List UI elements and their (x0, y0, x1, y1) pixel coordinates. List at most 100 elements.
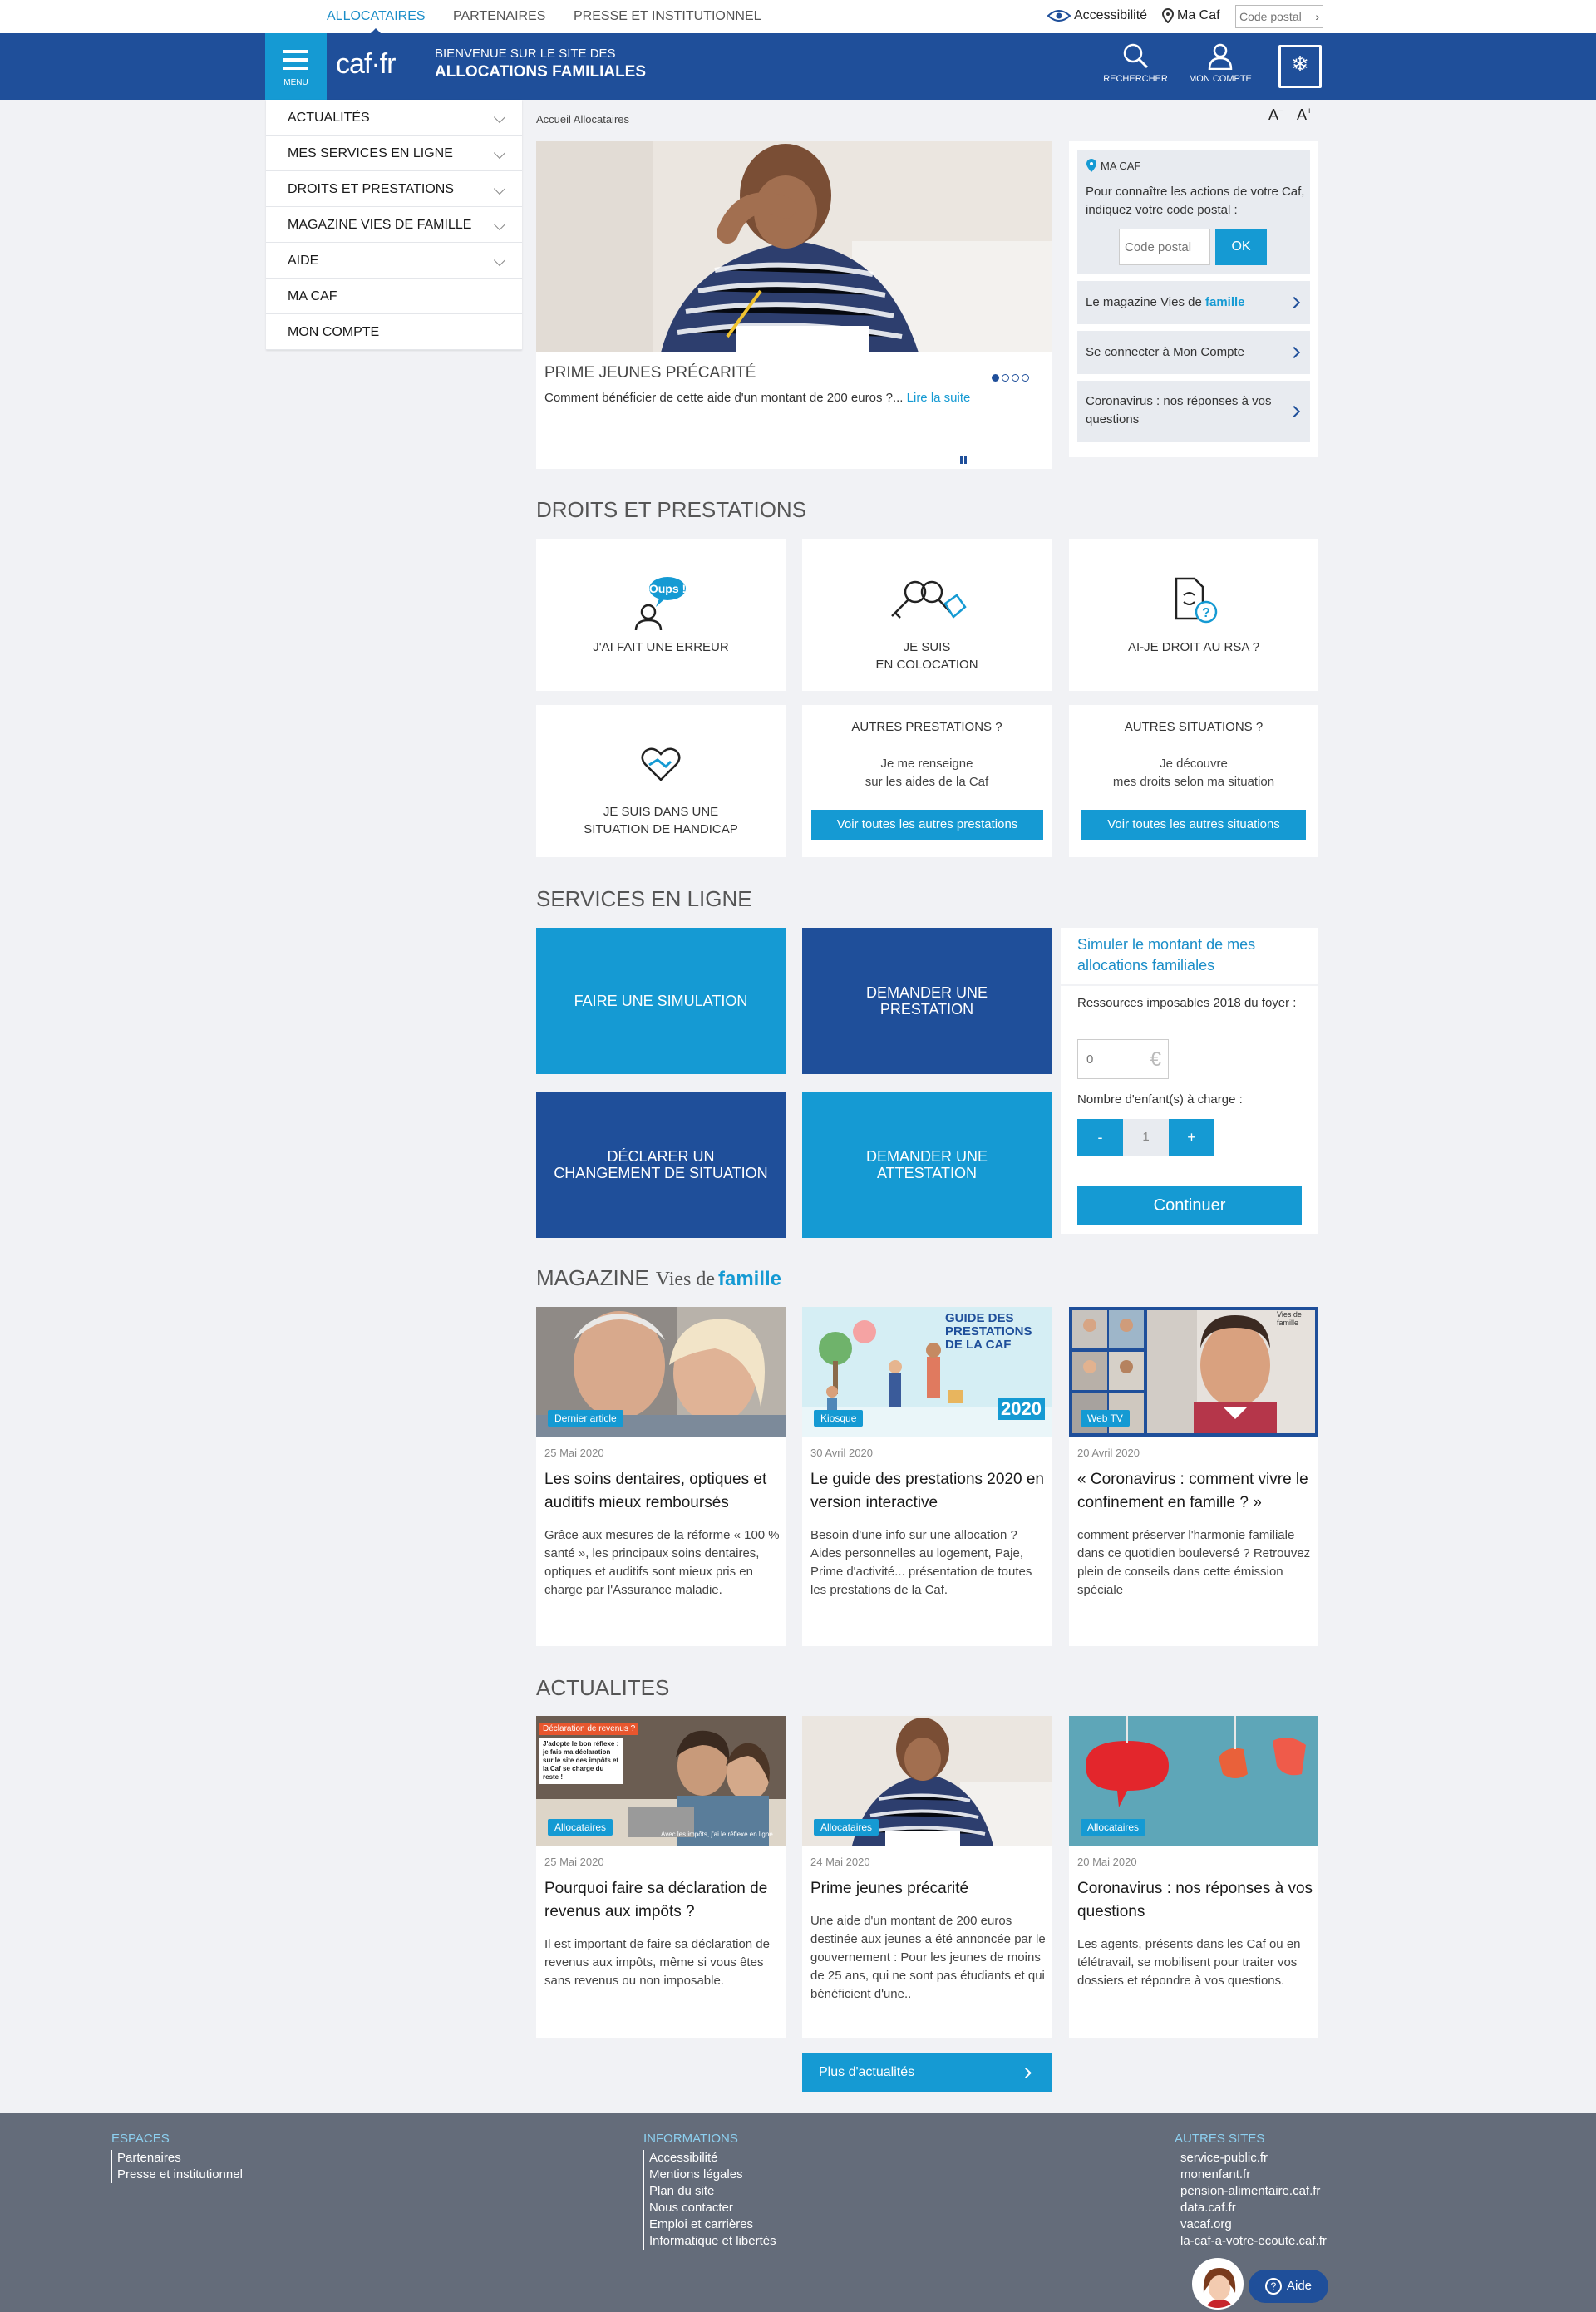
footer-link[interactable]: la-caf-a-votre-ecoute.caf.fr (1180, 2233, 1327, 2250)
simulator-continue-button[interactable]: Continuer (1077, 1186, 1302, 1225)
login-link[interactable]: Se connecter à Mon Compte (1077, 331, 1310, 374)
magazine-card[interactable]: GUIDE DES PRESTATIONS DE LA CAF 2020 Kio… (802, 1307, 1052, 1646)
hero-read-more-link[interactable]: Lire la suite (907, 391, 971, 405)
macaf-label: Ma Caf (1177, 8, 1220, 22)
woman-studying-illustration (536, 141, 1052, 352)
caf-logo[interactable]: caf·fr (336, 48, 396, 81)
service-tile-simulation[interactable]: FAIRE UNE SIMULATION (536, 928, 786, 1074)
more-news-button[interactable]: Plus d'actualités (802, 2053, 1052, 2092)
tab-allocataires[interactable]: ALLOCATAIRES (327, 0, 426, 33)
article-date: 24 Mai 2020 (810, 1856, 870, 1868)
footer-link[interactable]: data.caf.fr (1180, 2200, 1327, 2216)
resources-input[interactable] (1078, 1040, 1136, 1078)
news-card[interactable]: Déclaration de revenus ? J'adopte le bon… (536, 1716, 786, 2038)
side-menu-label: MON COMPTE (288, 325, 380, 339)
service-tile-demander-attestation[interactable]: DEMANDER UNE ATTESTATION (802, 1092, 1052, 1238)
side-menu-item-macaf[interactable]: MA CAF (266, 279, 522, 314)
section-title-actualites: ACTUALITES (536, 1675, 670, 1700)
location-pin-icon (1086, 159, 1096, 172)
postal-input[interactable] (1236, 6, 1308, 27)
magazine-link[interactable]: Le magazine Vies de famille (1077, 281, 1310, 324)
carousel-dot-active[interactable] (992, 374, 999, 382)
section-title-droits: DROITS ET PRESTATIONS (536, 497, 807, 522)
children-value[interactable]: 1 (1123, 1119, 1169, 1156)
article-desc: Une aide d'un montant de 200 euros desti… (810, 1914, 1046, 2001)
account-button[interactable]: MON COMPTE (1180, 42, 1260, 84)
carousel-dot[interactable] (1022, 374, 1029, 382)
footer-link[interactable]: pension-alimentaire.caf.fr (1180, 2183, 1327, 2200)
side-menu-item-services[interactable]: MES SERVICES EN LIGNE (266, 136, 522, 171)
magazine-card[interactable]: Vies de famille Web TV 20 Avril 2020 « C… (1069, 1307, 1318, 1646)
chevron-right-icon[interactable]: › (1315, 10, 1319, 23)
droit-tile-colocation[interactable]: JE SUIS EN COLOCATION (802, 539, 1052, 691)
news-card[interactable]: Allocataires 24 Mai 2020 Prime jeunes pr… (802, 1716, 1052, 2038)
footer-link[interactable]: Accessibilité (649, 2150, 776, 2167)
children-minus-button[interactable]: - (1077, 1119, 1123, 1156)
footer-link[interactable]: Mentions légales (649, 2167, 776, 2183)
help-button[interactable]: ? Aide (1249, 2270, 1328, 2303)
search-button[interactable]: RECHERCHER (1097, 42, 1174, 84)
droit-tile-rsa[interactable]: ? AI-JE DROIT AU RSA ? (1069, 539, 1318, 691)
article-date: 20 Mai 2020 (1077, 1856, 1137, 1868)
magazine-card[interactable]: Dernier article 25 Mai 2020 Les soins de… (536, 1307, 786, 1646)
footer-list-informations: Accessibilité Mentions légales Plan du s… (643, 2150, 776, 2250)
assistant-avatar[interactable] (1192, 2258, 1244, 2310)
oups-bubble-text: Oups ! (649, 582, 686, 595)
chevron-down-icon (493, 111, 506, 124)
pause-icon[interactable] (960, 456, 968, 464)
side-menu-item-actualites[interactable]: ACTUALITÉS (266, 100, 522, 136)
footer-link[interactable]: Informatique et libertés (649, 2233, 776, 2250)
carousel-dot[interactable] (1012, 374, 1019, 382)
footer: ESPACES Partenaires Presse et institutio… (0, 2113, 1596, 2312)
side-menu-label: DROITS ET PRESTATIONS (288, 182, 455, 196)
footer-link[interactable]: Plan du site (649, 2183, 776, 2200)
chevron-right-icon (1288, 346, 1301, 359)
service-tile-demander-prestation[interactable]: DEMANDER UNE PRESTATION (802, 928, 1052, 1074)
resources-label: Ressources imposables 2018 du foyer : (1077, 996, 1297, 1010)
footer-link[interactable]: Partenaires (117, 2150, 243, 2167)
macaf-ok-button[interactable]: OK (1215, 229, 1267, 265)
tab-presse[interactable]: PRESSE ET INSTITUTIONNEL (574, 0, 761, 33)
footer-link[interactable]: Presse et institutionnel (117, 2167, 243, 2183)
footer-link[interactable]: Nous contacter (649, 2200, 776, 2216)
svg-text:?: ? (1202, 606, 1210, 620)
droit-tile-handicap[interactable]: JE SUIS DANS UNE SITUATION DE HANDICAP (536, 705, 786, 857)
news-card[interactable]: Allocataires 20 Mai 2020 Coronavirus : n… (1069, 1716, 1318, 2038)
chevron-right-icon (1288, 405, 1301, 418)
side-menu-label: MA CAF (288, 289, 337, 303)
header: caf·fr BIENVENUE SUR LE SITE DES ALLOCAT… (0, 33, 1596, 100)
footer-link[interactable]: monenfant.fr (1180, 2167, 1327, 2183)
side-menu-item-moncompte[interactable]: MON COMPTE (266, 314, 522, 350)
footer-link[interactable]: service-public.fr (1180, 2150, 1327, 2167)
macaf-heading: MA CAF (1101, 159, 1141, 172)
droit-tile-erreur[interactable]: Oups ! J'AI FAIT UNE ERREUR (536, 539, 786, 691)
side-menu-item-magazine[interactable]: MAGAZINE VIES DE FAMILLE (266, 207, 522, 243)
family-branch-logo[interactable]: ❄ (1278, 45, 1322, 88)
autres-prestations-button[interactable]: Voir toutes les autres prestations (811, 810, 1043, 840)
footer-link[interactable]: Emploi et carrières (649, 2216, 776, 2233)
chevron-down-icon (493, 182, 506, 195)
search-label: RECHERCHER (1103, 74, 1168, 84)
service-tile-declarer-changement[interactable]: DÉCLARER UN CHANGEMENT DE SITUATION (536, 1092, 786, 1238)
webtv-brand: Vies de famille (1277, 1310, 1302, 1327)
hero-image (536, 141, 1052, 352)
menu-button[interactable]: MENU (265, 33, 327, 101)
tab-partenaires[interactable]: PARTENAIRES (453, 0, 545, 33)
coronavirus-link[interactable]: Coronavirus : nos réponses à vos questio… (1077, 381, 1310, 442)
breadcrumb[interactable]: Accueil Allocataires (536, 113, 629, 126)
footer-link[interactable]: vacaf.org (1180, 2216, 1327, 2233)
article-title: Le guide des prestations 2020 en version… (810, 1471, 1044, 1511)
side-menu-item-aide[interactable]: AIDE (266, 243, 522, 279)
macaf-link[interactable]: Ma Caf (1162, 8, 1220, 23)
font-decrease-button[interactable]: A− (1268, 106, 1283, 124)
hero-title[interactable]: PRIME JEUNES PRÉCARITÉ (544, 364, 756, 382)
children-plus-button[interactable]: + (1169, 1119, 1214, 1156)
side-menu-item-droits[interactable]: DROITS ET PRESTATIONS (266, 171, 522, 207)
macaf-postal-input[interactable] (1119, 229, 1210, 265)
autres-situations-button[interactable]: Voir toutes les autres situations (1081, 810, 1306, 840)
autres-situations-card: AUTRES SITUATIONS ? Je découvre mes droit… (1069, 705, 1318, 857)
accessibility-link[interactable]: Accessibilité (1047, 8, 1147, 23)
font-increase-button[interactable]: A+ (1297, 106, 1312, 124)
carousel-dot[interactable] (1002, 374, 1009, 382)
search-icon (1123, 43, 1149, 69)
